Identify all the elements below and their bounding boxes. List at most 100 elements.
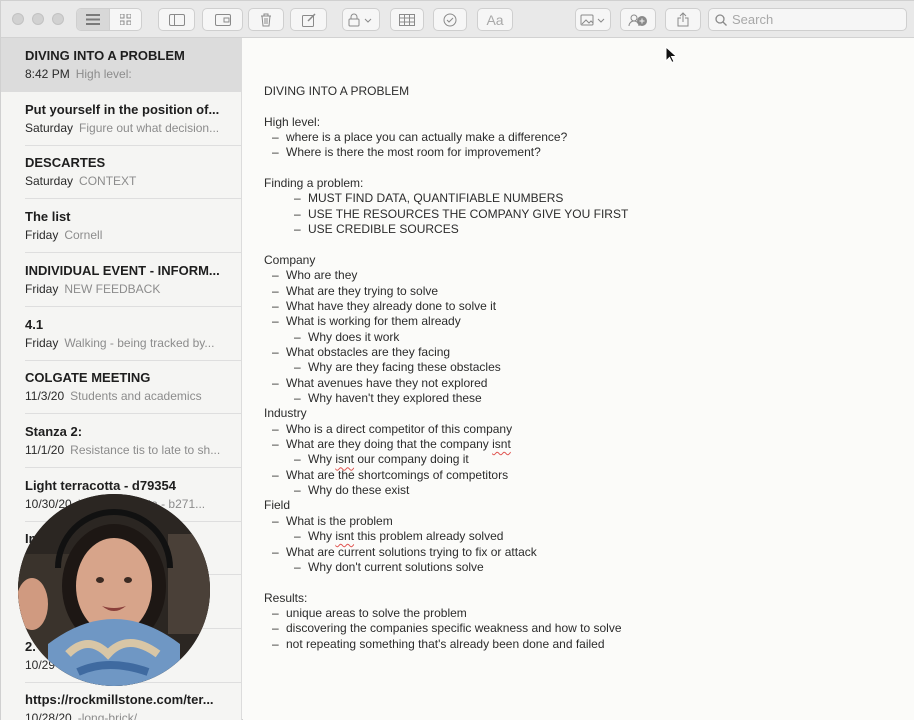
note-bullet-line: What are the shortcomings of competitors (286, 467, 509, 482)
bullet-dash: – (272, 130, 279, 145)
note-title: https://rockmillstone.com/ter... (25, 692, 214, 708)
note-list-item[interactable]: COLGATE MEETING 11/3/20 Students and acade… (1, 360, 241, 415)
note-bullet-line: Who are they (286, 268, 358, 283)
misspelled-word[interactable]: isnt (335, 452, 354, 466)
toggle-sidebar-button[interactable] (158, 8, 195, 31)
note-date: 11/3/20 (25, 389, 65, 404)
note-line: Industry (264, 406, 307, 421)
note-list-item[interactable]: The list Friday Cornell (1, 199, 241, 254)
note-line: High level: (264, 114, 321, 129)
note-list-item[interactable]: 4.1 Friday Walking - being tracked by... (1, 307, 241, 361)
bullet-dash: – (272, 298, 279, 313)
bullet-dash: – (272, 636, 279, 651)
list-view-button[interactable] (77, 9, 109, 30)
format-label: Aa (486, 11, 504, 28)
note-bullet-line: USE THE RESOURCES THE COMPANY GIVE YOU F… (308, 206, 629, 221)
note-meta: 11/3/20 Students and academics (25, 389, 230, 403)
note-date: 8:42 PM (25, 67, 70, 81)
attachments-button[interactable] (202, 8, 243, 31)
note-bullet-line: MUST FIND DATA, QUANTIFIABLE NUMBERS (308, 191, 564, 206)
bullet-dash: – (272, 375, 279, 390)
note-meta: Saturday CONTEXT (25, 174, 230, 188)
note-bullet-line: What have they already done to solve it (286, 298, 497, 313)
note-title: DIVING INTO A PROBLEM (25, 48, 185, 63)
bullet-dash: – (272, 544, 279, 559)
bullet-dash: – (294, 329, 301, 344)
misspelled-word[interactable]: isnt (492, 437, 511, 451)
media-button[interactable] (575, 8, 611, 31)
note-bullet-line: Why are they facing these obstacles (308, 360, 501, 375)
note-title: The list (25, 209, 71, 225)
table-button[interactable] (390, 8, 424, 31)
bullet-dash: – (294, 360, 301, 375)
bullet-dash: – (294, 191, 301, 206)
note-meta: Saturday Figure out what decision... (25, 121, 230, 135)
note-date: Saturday (25, 174, 74, 189)
bullet-dash: – (294, 391, 301, 405)
note-list-item[interactable]: DIVING INTO A PROBLEM 8:42 PM High level: (1, 38, 241, 92)
note-bullet-line: where is a place you can actually make a… (286, 130, 568, 145)
minimize-window-button[interactable] (32, 13, 44, 25)
note-list-item[interactable]: DESCARTES Saturday CONTEXT (1, 145, 241, 200)
format-button[interactable]: Aa (477, 8, 513, 31)
note-meta: 11/1/20 Resistance tis to late to sh... (25, 443, 230, 457)
lock-icon (348, 13, 372, 26)
bullet-dash: – (272, 421, 279, 436)
notes-window: Aa DIVING INTO A PROBLEM 8:42 PM High leve… (0, 0, 914, 720)
share-button[interactable] (665, 8, 701, 31)
note-preview: Figure out what decision... (79, 120, 220, 135)
note-title: INDIVIDUAL EVENT - INFORM... (25, 262, 220, 278)
note-bullet-line: Why do these exist (308, 483, 410, 498)
note-line: Results: (264, 590, 308, 605)
new-note-button[interactable] (290, 8, 327, 31)
note-meta: Friday Cornell (25, 228, 230, 242)
photo-icon (580, 14, 605, 25)
bullet-dash: – (272, 437, 279, 452)
bullet-dash: – (272, 344, 279, 359)
note-preview: Resistance tis to late to sh... (70, 442, 221, 457)
search-icon (715, 13, 727, 26)
note-line: Field (264, 498, 291, 513)
note-title: Stanza 2: (25, 423, 83, 439)
checkmark-icon (443, 13, 457, 26)
close-window-button[interactable] (12, 13, 24, 25)
bullet-dash: – (272, 605, 279, 620)
search-input[interactable] (732, 12, 892, 27)
search-field[interactable] (708, 8, 907, 31)
add-people-icon (628, 14, 647, 26)
delete-note-button[interactable] (248, 8, 284, 31)
bullet-dash: – (272, 145, 279, 160)
note-preview: Cornell (64, 228, 103, 243)
note-bullet-line: Why haven't they explored these (308, 391, 482, 405)
bullet-dash: – (272, 268, 279, 283)
add-people-button[interactable] (620, 8, 656, 31)
bullet-dash: – (272, 513, 279, 528)
note-date: 11/1/20 (25, 442, 65, 457)
zoom-window-button[interactable] (52, 13, 64, 25)
note-bullet-line: What is the problem (286, 513, 393, 528)
bullet-dash: – (272, 283, 279, 298)
note-bullet-line: discovering the companies specific weakn… (286, 621, 622, 636)
note-list-item[interactable]: https://rockmillstone.com/ter... 10/28/20… (1, 682, 241, 720)
bullet-dash: – (294, 559, 301, 574)
note-list-item[interactable]: INDIVIDUAL EVENT - INFORM... Friday NEW FE… (1, 253, 241, 307)
note-list-item[interactable]: Put yourself in the position of... Saturd… (1, 92, 241, 146)
note-title: Put yourself in the position of... (25, 101, 220, 117)
note-list-item[interactable]: Stanza 2: 11/1/20 Resistance tis to late t… (1, 414, 241, 468)
table-icon (399, 13, 415, 26)
note-bullet-line: Why does it work (308, 329, 400, 344)
misspelled-word[interactable]: isnt (335, 529, 354, 543)
note-preview: CONTEXT (79, 174, 137, 189)
sidebar-icon (168, 13, 185, 26)
note-preview: Walking - being tracked by... (64, 335, 215, 350)
note-meta: 8:42 PM High level: (25, 67, 230, 81)
note-bullet-line: Who is a direct competitor of this compa… (286, 421, 513, 436)
note-preview: NEW FEEDBACK (64, 281, 161, 296)
webcam-person-image (18, 494, 210, 686)
note-editor[interactable]: DIVING INTO A PROBLEM High level: – where i… (243, 38, 914, 720)
checklist-button[interactable] (433, 8, 467, 31)
note-date: 10/28/20 (25, 711, 72, 720)
gallery-view-button[interactable] (110, 9, 142, 30)
note-meta: Friday NEW FEEDBACK (25, 282, 230, 296)
lock-note-button[interactable] (342, 8, 380, 31)
